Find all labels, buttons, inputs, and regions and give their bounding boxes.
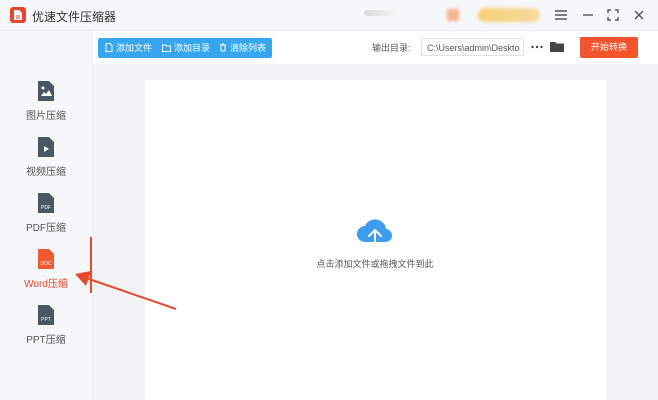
sidebar-item-ppt[interactable]: PPT PPT压缩 [0,304,92,360]
drop-zone-hint: 点击添加文件或拖拽文件到此 [316,259,434,269]
add-file-button[interactable]: 添加文件 [105,38,152,58]
output-path-field[interactable]: C:\Users\admin\Deskto [421,38,524,56]
sidebar-item-image[interactable]: 图片压缩 [0,80,92,136]
sidebar-item-label: 视频压缩 [26,167,66,178]
pdf-file-icon: PDF [38,193,54,213]
doc-file-icon: DOC [38,249,54,269]
more-options-button[interactable] [530,40,544,54]
folder-outline-icon [162,44,171,52]
doc-badge-text: DOC [40,261,52,267]
clear-list-button[interactable]: 清除列表 [219,38,266,58]
browse-folder-button[interactable] [549,39,565,55]
video-file-icon [38,137,54,157]
ppt-badge-text: PPT [41,317,51,323]
maximize-icon[interactable] [605,7,621,23]
sidebar-item-label: PDF压缩 [26,223,66,234]
toolbar: 添加文件 添加目录 清除列表 [98,38,272,58]
blurred-region [364,10,394,16]
file-icon [105,43,113,52]
image-file-icon [38,81,54,101]
menu-icon[interactable] [553,7,569,23]
app-logo-icon [10,7,26,23]
sidebar-item-video[interactable]: 视频压缩 [0,136,92,192]
app-title: 优速文件压缩器 [32,10,117,24]
blurred-region [478,8,540,22]
trash-icon [220,43,226,52]
sidebar-item-label: PPT压缩 [26,335,66,346]
folder-icon [550,42,564,52]
add-folder-label: 添加目录 [174,43,211,53]
add-file-label: 添加文件 [116,43,153,53]
blurred-region [447,9,459,21]
sidebar-item-label: 图片压缩 [26,111,66,122]
sidebar-item-label: Word压缩 [24,279,68,290]
cloud-upload-icon[interactable] [355,216,395,250]
sidebar-item-word[interactable]: DOC Word压缩 [0,248,92,304]
ppt-file-icon: PPT [38,305,54,325]
more-dots-icon [531,45,543,49]
add-folder-button[interactable]: 添加目录 [162,38,210,58]
pdf-badge-text: PDF [41,205,51,211]
sidebar-item-pdf[interactable]: PDF PDF压缩 [0,192,92,248]
clear-list-label: 清除列表 [230,43,267,53]
start-convert-button[interactable]: 开始转换 [580,37,638,58]
close-icon[interactable] [631,7,647,23]
active-indicator [90,237,92,293]
minimize-icon[interactable] [580,7,596,23]
title-bar: 优速文件压缩器 [0,0,658,31]
output-dir-label: 输出目录: [372,43,411,53]
